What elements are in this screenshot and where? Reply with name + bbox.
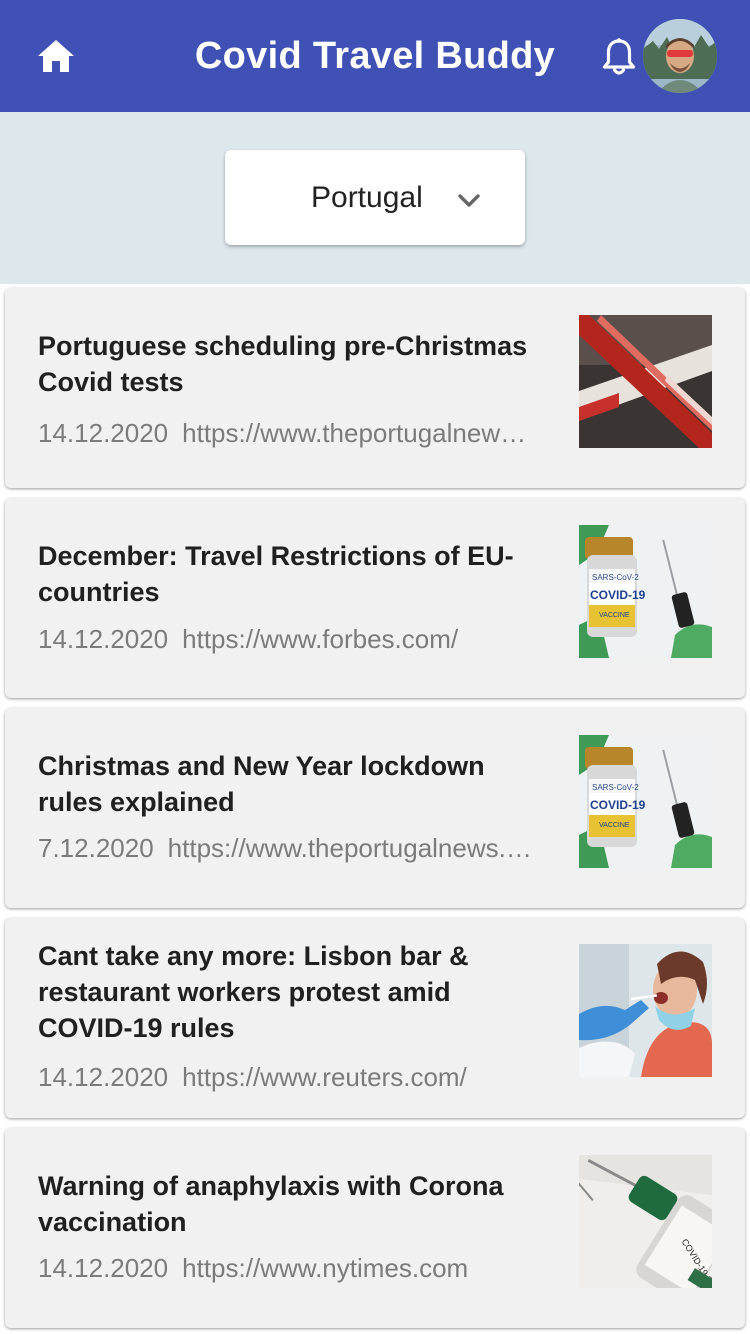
vial-top-text: SARS-CoV-2 bbox=[592, 573, 639, 582]
country-dropdown[interactable]: Portugal bbox=[225, 150, 525, 245]
vial-sub-text: VACCINE bbox=[599, 822, 630, 829]
covid-vaccine-vial-image: SARS-CoV-2 COVID-19 VACCINE bbox=[579, 525, 712, 658]
news-date: 14.12.2020 bbox=[38, 418, 169, 448]
covid-swab-test-image bbox=[579, 944, 712, 1077]
barrier-tape-image bbox=[579, 315, 712, 448]
news-source-url[interactable]: https://www.reuters.com/ bbox=[182, 1062, 467, 1092]
news-date: 14.12.2020 bbox=[38, 624, 169, 654]
vial-main-text: COVID-19 bbox=[590, 588, 646, 602]
news-thumbnail bbox=[579, 944, 712, 1077]
app-header: Covid Travel Buddy bbox=[0, 0, 750, 112]
news-date: 14.12.2020 bbox=[38, 1062, 169, 1092]
bell-icon bbox=[602, 38, 636, 75]
news-source-url[interactable]: https://www.theportugalnews.com/ bbox=[182, 418, 538, 448]
news-source-url[interactable]: https://www.nytimes.com bbox=[182, 1253, 468, 1283]
vaccine-syringe-image: COVID-19 SARS-C bbox=[579, 1155, 712, 1288]
chevron-down-icon bbox=[458, 194, 480, 207]
notifications-button[interactable] bbox=[596, 34, 642, 80]
news-title: Warning of anaphylaxis with Corona vacci… bbox=[38, 1171, 504, 1237]
news-title: Portuguese scheduling pre-Christmas Covi… bbox=[38, 331, 528, 397]
news-title: Cant take any more: Lisbon bar & restaur… bbox=[38, 941, 469, 1043]
news-meta: 14.12.2020 https://www.nytimes.com bbox=[38, 1251, 538, 1285]
news-title: December: Travel Restrictions of EU-coun… bbox=[38, 541, 514, 607]
news-meta: 14.12.2020 https://www.reuters.com/ bbox=[38, 1060, 538, 1094]
news-card[interactable]: Warning of anaphylaxis with Corona vacci… bbox=[5, 1128, 745, 1328]
vial-top-text: SARS-CoV-2 bbox=[592, 783, 639, 792]
app-screen: Covid Travel Buddy Portugal Portuguese s… bbox=[0, 0, 750, 1334]
news-meta: 14.12.2020 https://www.forbes.com/ bbox=[38, 622, 538, 656]
news-thumbnail: SARS-CoV-2 COVID-19 VACCINE bbox=[579, 735, 712, 868]
news-card[interactable]: Christmas and New Year lockdown rules ex… bbox=[5, 708, 745, 908]
news-source-url[interactable]: https://www.forbes.com/ bbox=[182, 624, 458, 654]
news-card[interactable]: Cant take any more: Lisbon bar & restaur… bbox=[5, 918, 745, 1118]
news-date: 7.12.2020 bbox=[38, 833, 154, 863]
news-meta: 14.12.2020 https://www.theportugalnews.co… bbox=[38, 416, 538, 450]
news-thumbnail: SARS-CoV-2 COVID-19 VACCINE bbox=[579, 525, 712, 658]
news-thumbnail: COVID-19 SARS-C bbox=[579, 1155, 712, 1288]
news-card[interactable]: Portuguese scheduling pre-Christmas Covi… bbox=[5, 288, 745, 488]
vial-sub-text: VACCINE bbox=[599, 612, 630, 619]
news-meta: 7.12.2020 https://www.theportugalnews.com… bbox=[38, 831, 538, 865]
user-avatar[interactable] bbox=[643, 19, 717, 93]
vial-main-text: COVID-19 bbox=[590, 798, 646, 812]
avatar-photo bbox=[643, 19, 717, 93]
home-icon bbox=[38, 40, 74, 72]
covid-vaccine-vial-image: SARS-CoV-2 COVID-19 VACCINE bbox=[579, 735, 712, 868]
news-title: Christmas and New Year lockdown rules ex… bbox=[38, 751, 485, 817]
home-button[interactable] bbox=[28, 28, 84, 84]
country-filter-bar: Portugal bbox=[0, 112, 750, 284]
selected-country: Portugal bbox=[311, 181, 423, 214]
news-thumbnail bbox=[579, 315, 712, 448]
news-source-url[interactable]: https://www.theportugalnews.com/ bbox=[168, 833, 538, 863]
news-card[interactable]: December: Travel Restrictions of EU-coun… bbox=[5, 498, 745, 698]
news-date: 14.12.2020 bbox=[38, 1253, 169, 1283]
